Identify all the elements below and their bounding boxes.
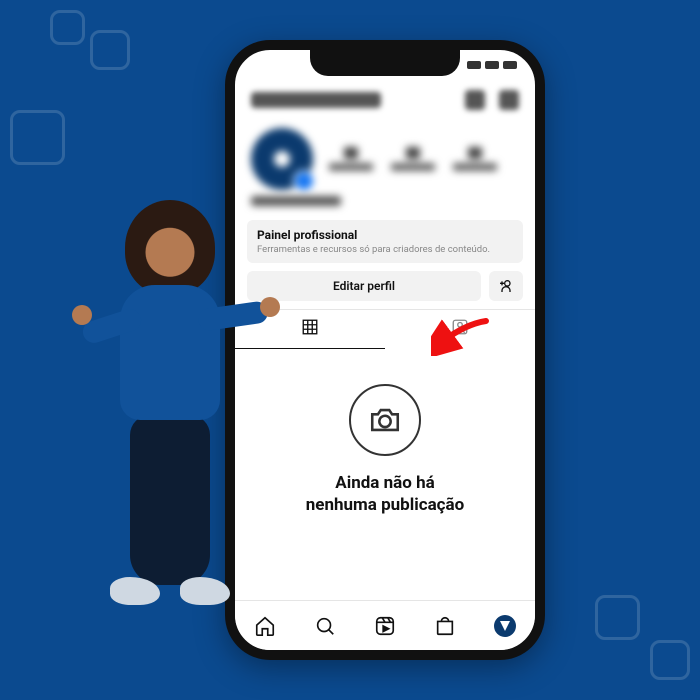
empty-text-line2: nenhuma publicação (306, 495, 464, 515)
empty-text-line1: Ainda não há (335, 473, 434, 493)
tagged-icon (451, 318, 469, 336)
status-time (253, 59, 256, 72)
signal-icon (467, 61, 481, 69)
mascot-character (85, 200, 255, 620)
stat-followers (391, 147, 435, 171)
camera-icon (368, 403, 402, 437)
profile-tabs (235, 309, 535, 349)
bg-square (650, 640, 690, 680)
bg-square (50, 10, 85, 45)
username-blurred (251, 92, 381, 108)
reels-icon[interactable] (374, 615, 396, 637)
profile-stats-row (235, 120, 535, 194)
profile-tab-avatar[interactable] (494, 615, 516, 637)
edit-profile-button[interactable]: Editar perfil (247, 271, 481, 301)
wifi-icon (485, 61, 499, 69)
professional-panel-card[interactable]: Painel profissional Ferramentas e recurs… (247, 220, 523, 263)
bg-square (10, 110, 65, 165)
search-icon[interactable] (314, 615, 336, 637)
bottom-navigation (235, 600, 535, 650)
tab-tagged[interactable] (385, 310, 535, 349)
discover-people-button[interactable] (489, 271, 523, 301)
panel-title: Painel profissional (257, 228, 513, 242)
empty-state: Ainda não há nenhuma publicação (235, 349, 535, 536)
bg-square (90, 30, 130, 70)
stat-following (453, 147, 497, 171)
bg-square (595, 595, 640, 640)
menu-icon[interactable] (499, 90, 519, 110)
grid-icon (301, 318, 319, 336)
camera-circle (349, 384, 421, 456)
phone-frame: Painel profissional Ferramentas e recurs… (225, 40, 545, 660)
bio-blurred (235, 194, 535, 216)
phone-notch (310, 50, 460, 76)
create-icon[interactable] (465, 90, 485, 110)
battery-icon (503, 61, 517, 69)
profile-header (235, 80, 535, 120)
avatar-blurred (251, 128, 313, 190)
add-friend-icon (498, 278, 514, 294)
shop-icon[interactable] (434, 615, 456, 637)
stat-posts (329, 147, 373, 171)
home-icon[interactable] (254, 615, 276, 637)
panel-subtitle: Ferramentas e recursos só para criadores… (257, 244, 513, 255)
